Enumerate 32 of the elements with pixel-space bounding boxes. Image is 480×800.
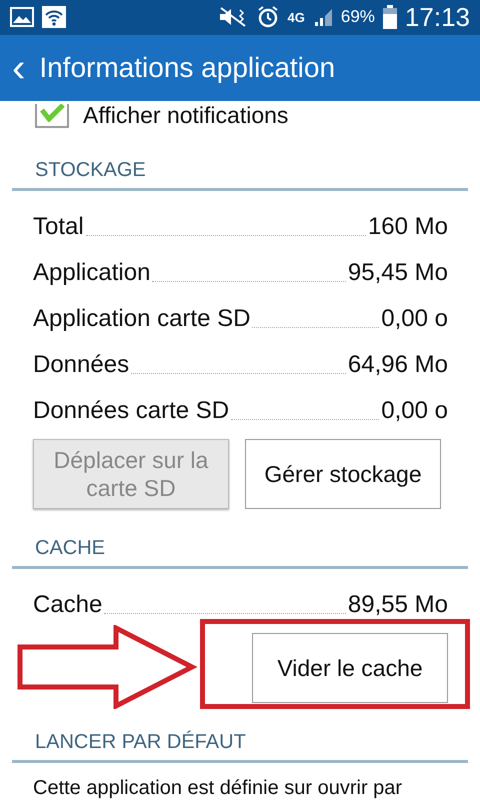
storage-value: 160 Mo <box>368 213 448 241</box>
description-text: Cette application est définie sur ouvrir par <box>33 777 404 800</box>
signal-icon <box>312 7 333 28</box>
alarm-icon <box>256 5 280 30</box>
storage-value: 64,96 Mo <box>348 351 448 379</box>
back-button[interactable]: ‹ <box>12 48 26 88</box>
storage-label: Total <box>33 213 84 241</box>
checkbox[interactable] <box>35 104 69 128</box>
battery-icon <box>382 5 397 30</box>
storage-value: 0,00 o <box>381 305 448 333</box>
picture-icon <box>10 7 34 28</box>
storage-value: 0,00 o <box>381 397 448 425</box>
storage-label: Application <box>33 259 150 287</box>
section-title: STOCKAGE <box>35 159 146 181</box>
storage-label: Données carte SD <box>33 397 230 425</box>
action-button[interactable]: Gérer stockage <box>245 439 441 509</box>
storage-value: 89,55 Mo <box>348 591 448 619</box>
section-title: LANCER PAR DÉFAUT <box>35 731 246 753</box>
clock-time: 17:13 <box>404 2 470 33</box>
wifi-icon <box>42 6 66 28</box>
checkbox-label: Afficher notifications <box>83 103 288 127</box>
screen-title: Informations application <box>39 52 336 84</box>
battery-percentage: 69% <box>340 7 375 28</box>
storage-label: Données <box>33 351 130 379</box>
mute-icon <box>218 7 248 28</box>
section-title: CACHE <box>35 537 106 559</box>
storage-label: Application carte SD <box>33 305 250 333</box>
storage-label: Cache <box>33 591 102 619</box>
network-type: 4G <box>288 10 305 25</box>
storage-value: 95,45 Mo <box>348 259 448 287</box>
action-button[interactable]: Vider le cache <box>252 633 448 703</box>
check-icon <box>39 104 65 122</box>
